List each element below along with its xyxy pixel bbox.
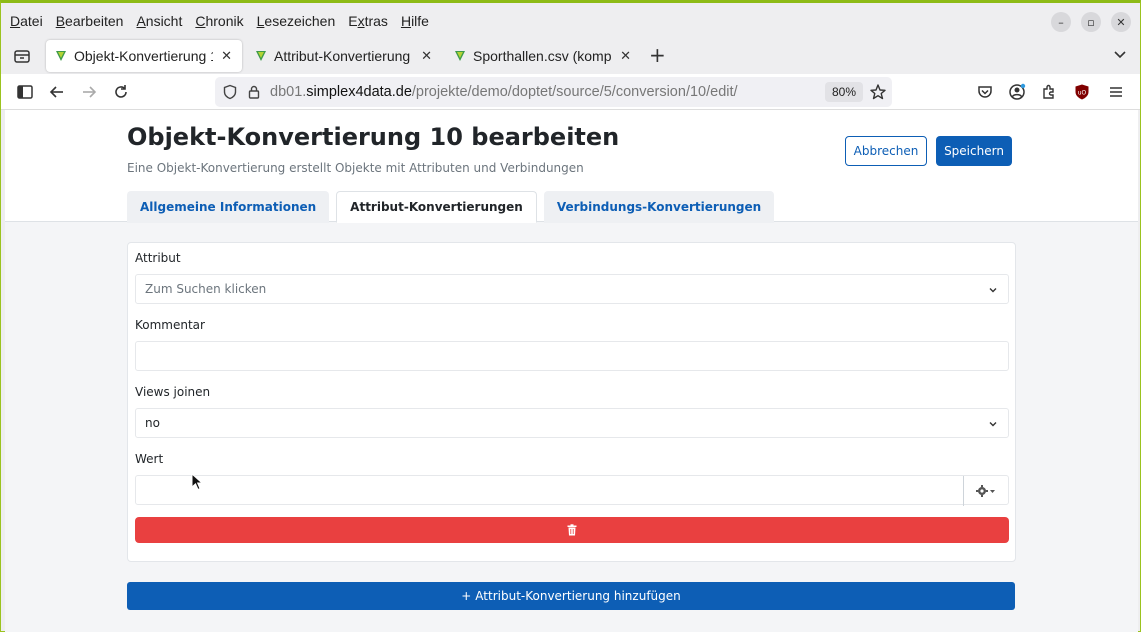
wert-label: Wert xyxy=(135,452,164,466)
zoom-level[interactable]: 80% xyxy=(825,82,864,102)
attribute-conversion-card: Attribut Zum Suchen klicken Kommentar Vi… xyxy=(127,242,1016,562)
tab-verbindungs-konvertierungen[interactable]: Verbindungs-Konvertierungen xyxy=(543,191,775,223)
menu-lesezeichen[interactable]: Lesezeichen xyxy=(257,13,336,29)
close-tab-icon[interactable]: ✕ xyxy=(620,48,631,64)
views-joinen-select[interactable]: no xyxy=(135,408,1009,438)
browser-window: Datei Bearbeiten Ansicht Chronik Lesezei… xyxy=(0,0,1141,632)
tab-allgemeine-informationen[interactable]: Allgemeine Informationen xyxy=(127,191,330,223)
forward-icon[interactable] xyxy=(80,83,98,101)
tab-list-icon[interactable] xyxy=(12,46,32,66)
favicon-icon xyxy=(56,51,66,61)
close-tab-icon[interactable]: ✕ xyxy=(421,48,432,64)
svg-text:uO: uO xyxy=(1078,90,1087,97)
add-attribute-conversion-button[interactable]: + Attribut-Konvertierung hinzufügen xyxy=(127,582,1015,610)
url-bar[interactable]: db01.simplex4data.de/projekte/demo/dopte… xyxy=(215,77,892,107)
views-joinen-label: Views joinen xyxy=(135,385,211,399)
wert-options-dropdown[interactable] xyxy=(963,476,1008,506)
url-host: db01. xyxy=(270,84,307,100)
attribut-select[interactable]: Zum Suchen klicken xyxy=(135,274,1009,304)
menu-datei[interactable]: Datei xyxy=(10,13,43,29)
hamburger-menu-icon[interactable] xyxy=(1107,83,1125,101)
menu-bearbeiten[interactable]: Bearbeiten xyxy=(56,13,124,29)
page-content: Objekt-Konvertierung 10 bearbeiten Eine … xyxy=(5,110,1138,632)
sidebar-icon[interactable] xyxy=(16,83,34,101)
window-controls: – ▫ ✕ xyxy=(1051,12,1131,32)
tab-title: Sporthallen.csv (komplett xyxy=(473,48,612,64)
account-icon[interactable] xyxy=(1008,83,1026,101)
menu-hilfe[interactable]: Hilfe xyxy=(401,13,429,29)
favicon-icon xyxy=(256,51,266,61)
menu-bar: Datei Bearbeiten Ansicht Chronik Lesezei… xyxy=(1,7,1140,35)
attribut-label: Attribut xyxy=(135,251,181,265)
shield-icon[interactable] xyxy=(222,84,238,100)
favicon-icon xyxy=(455,51,465,61)
gear-icon xyxy=(976,485,995,497)
tab-bar: Objekt-Konvertierung 10 ✕ Attribut-Konve… xyxy=(1,38,1140,74)
page-subtitle: Eine Objekt-Konvertierung erstellt Objek… xyxy=(127,161,584,175)
wert-input[interactable] xyxy=(135,475,1009,506)
attribut-placeholder: Zum Suchen klicken xyxy=(145,282,267,296)
plus-icon: + xyxy=(461,589,472,603)
tab-title: Objekt-Konvertierung 10 xyxy=(74,48,214,64)
save-button[interactable]: Speichern xyxy=(936,136,1012,166)
browser-tab-1[interactable]: Objekt-Konvertierung 10 ✕ xyxy=(46,40,242,72)
menu-extras[interactable]: Extras xyxy=(348,13,388,29)
content-tabs: Allgemeine Informationen Attribut-Konver… xyxy=(127,191,775,223)
close-tab-icon[interactable]: ✕ xyxy=(221,48,232,64)
cancel-button[interactable]: Abbrechen xyxy=(845,136,927,166)
delete-button[interactable] xyxy=(135,517,1009,543)
menu-ansicht[interactable]: Ansicht xyxy=(136,13,182,29)
navigation-bar: db01.simplex4data.de/projekte/demo/dopte… xyxy=(1,74,1140,110)
new-tab-icon[interactable]: + xyxy=(649,45,666,65)
pocket-icon[interactable] xyxy=(976,83,994,101)
url-path: /projekte/demo/doptet/source/5/conversio… xyxy=(411,84,738,100)
mouse-cursor-icon xyxy=(191,473,203,491)
trash-icon xyxy=(567,524,577,536)
views-joinen-value: no xyxy=(145,416,160,430)
list-all-tabs-icon[interactable] xyxy=(1112,46,1128,62)
extensions-icon[interactable] xyxy=(1040,83,1058,101)
page-title: Objekt-Konvertierung 10 bearbeiten xyxy=(127,123,620,151)
browser-tab-3[interactable]: Sporthallen.csv (komplett ✕ xyxy=(445,40,641,72)
kommentar-input[interactable] xyxy=(135,341,1009,371)
add-button-label: Attribut-Konvertierung hinzufügen xyxy=(475,589,681,603)
url-text[interactable]: db01.simplex4data.de/projekte/demo/dopte… xyxy=(270,84,738,100)
back-icon[interactable] xyxy=(48,83,66,101)
kommentar-label: Kommentar xyxy=(135,318,205,332)
close-window-icon[interactable]: ✕ xyxy=(1111,12,1131,32)
bookmark-star-icon[interactable] xyxy=(869,83,887,101)
lock-icon[interactable] xyxy=(246,84,262,100)
reload-icon[interactable] xyxy=(112,83,130,101)
maximize-icon[interactable]: ▫ xyxy=(1081,12,1101,32)
menu-chronik[interactable]: Chronik xyxy=(195,13,243,29)
browser-tab-2[interactable]: Attribut-Konvertierung 4 ✕ xyxy=(246,40,442,72)
chevron-down-icon xyxy=(989,422,997,427)
tab-title: Attribut-Konvertierung 4 xyxy=(274,48,414,64)
chevron-down-icon xyxy=(989,288,997,293)
url-domain: simplex4data.de xyxy=(306,84,412,100)
minimize-icon[interactable]: – xyxy=(1051,12,1071,32)
ublock-origin-icon[interactable]: uO xyxy=(1073,83,1091,101)
tab-attribut-konvertierungen[interactable]: Attribut-Konvertierungen xyxy=(336,191,537,223)
page-header: Objekt-Konvertierung 10 bearbeiten Eine … xyxy=(5,110,1138,223)
